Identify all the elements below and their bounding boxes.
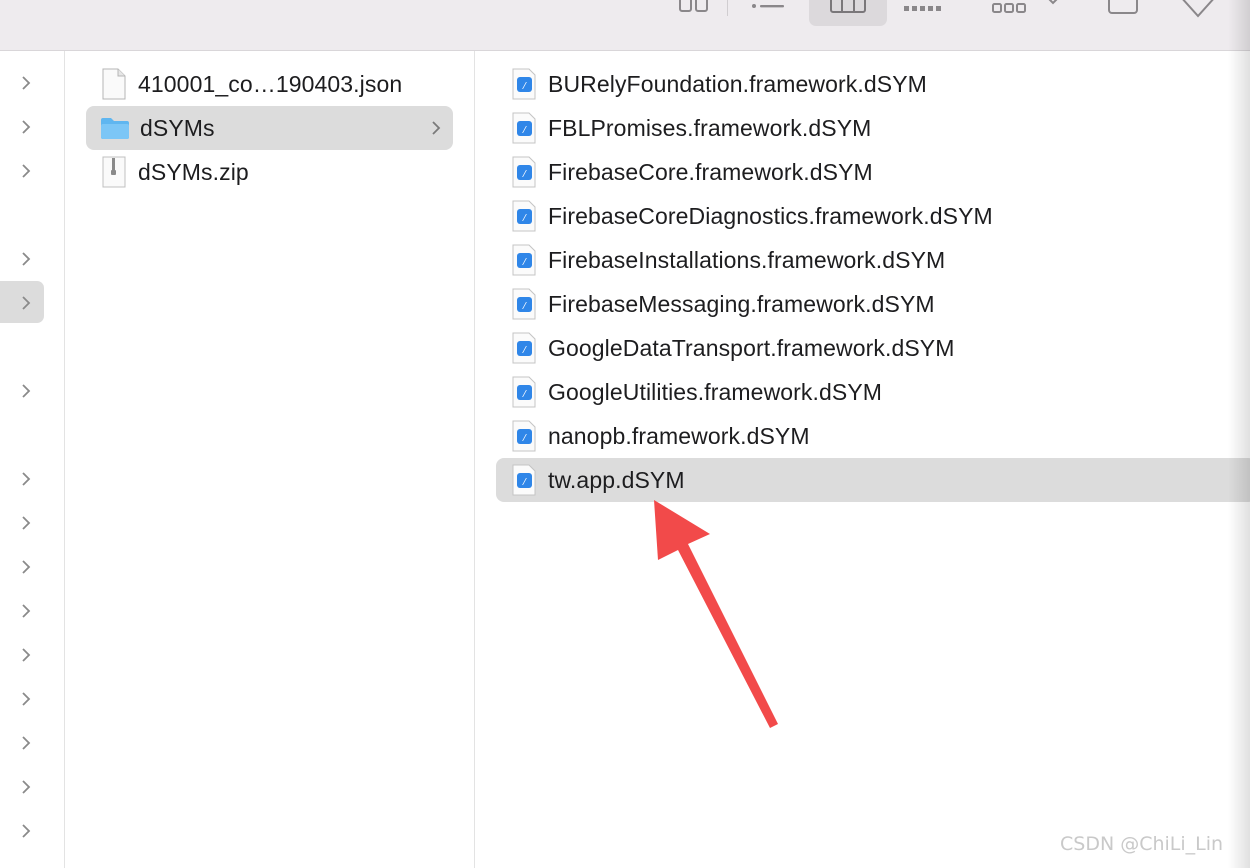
dsym-file-icon: / bbox=[510, 420, 538, 452]
chevron-right-icon bbox=[22, 296, 31, 310]
annotation-arrow-icon bbox=[654, 500, 778, 728]
watermark: CSDN @ChiLi_Lin bbox=[1060, 833, 1224, 855]
dsym-file-row[interactable]: / BURelyFoundation.framework.dSYM bbox=[510, 62, 1250, 106]
folder-row-dsyms[interactable]: dSYMs bbox=[86, 106, 453, 150]
chevron-right-icon bbox=[22, 120, 31, 134]
file-name: GoogleUtilities.framework.dSYM bbox=[548, 378, 883, 405]
dsym-file-icon: / bbox=[510, 288, 538, 320]
sidebar-folder-row[interactable] bbox=[0, 457, 44, 499]
folder-name: dSYMs bbox=[140, 114, 215, 141]
chevron-right-icon bbox=[22, 516, 31, 530]
chevron-right-icon bbox=[22, 604, 31, 618]
sidebar-folder-row[interactable] bbox=[0, 61, 44, 103]
sidebar-folder-row[interactable] bbox=[0, 105, 44, 147]
dsym-file-icon: / bbox=[510, 332, 538, 364]
sidebar-folder-row[interactable] bbox=[0, 281, 44, 323]
chevron-right-icon bbox=[22, 76, 31, 90]
dsym-file-row[interactable]: / GoogleUtilities.framework.dSYM bbox=[510, 370, 1250, 414]
file-name: GoogleDataTransport.framework.dSYM bbox=[548, 334, 955, 361]
dsym-file-icon: / bbox=[510, 464, 538, 496]
sidebar-folder-row[interactable] bbox=[0, 501, 44, 543]
dsym-file-icon: / bbox=[510, 200, 538, 232]
dsym-file-row[interactable]: / nanopb.framework.dSYM bbox=[510, 414, 1250, 458]
dsym-file-row[interactable]: / FirebaseMessaging.framework.dSYM bbox=[510, 282, 1250, 326]
folder-icon bbox=[100, 112, 130, 144]
column-2: 410001_co…190403.json dSYMs dSYMs.zip bbox=[65, 51, 475, 868]
column-view-icon bbox=[830, 0, 866, 13]
chevron-right-icon bbox=[22, 472, 31, 486]
list-view-icon[interactable] bbox=[750, 0, 786, 22]
dsym-file-icon: / bbox=[510, 112, 538, 144]
file-name: FBLPromises.framework.dSYM bbox=[548, 114, 872, 141]
sidebar-folder-row[interactable] bbox=[0, 149, 44, 191]
file-name: FirebaseInstallations.framework.dSYM bbox=[548, 246, 946, 273]
sidebar-folder-row[interactable] bbox=[0, 677, 44, 719]
dsym-file-row[interactable]: / FirebaseCore.framework.dSYM bbox=[510, 150, 1250, 194]
file-name: dSYMs.zip bbox=[138, 158, 249, 185]
share-icon[interactable] bbox=[1104, 0, 1140, 22]
sidebar-folder-row[interactable] bbox=[0, 633, 44, 675]
gallery-view-icon[interactable] bbox=[903, 0, 943, 22]
chevron-right-icon bbox=[22, 736, 31, 750]
dsym-file-row[interactable]: / FBLPromises.framework.dSYM bbox=[510, 106, 1250, 150]
dsym-file-icon: / bbox=[510, 156, 538, 188]
sidebar-folder-row[interactable] bbox=[0, 809, 44, 851]
chevron-right-icon bbox=[22, 384, 31, 398]
file-name: nanopb.framework.dSYM bbox=[548, 422, 810, 449]
chevron-right-icon bbox=[22, 560, 31, 574]
chevron-right-icon bbox=[22, 164, 31, 178]
dsym-file-icon: / bbox=[510, 68, 538, 100]
file-row-json[interactable]: 410001_co…190403.json bbox=[100, 62, 453, 106]
chevron-right-icon bbox=[22, 252, 31, 266]
dsym-file-row[interactable]: / GoogleDataTransport.framework.dSYM bbox=[510, 326, 1250, 370]
dsym-file-icon: / bbox=[510, 376, 538, 408]
dsym-file-row[interactable]: / FirebaseCoreDiagnostics.framework.dSYM bbox=[510, 194, 1250, 238]
file-name: FirebaseCore.framework.dSYM bbox=[548, 158, 873, 185]
json-file-icon bbox=[100, 68, 128, 100]
toolbar-separator bbox=[727, 0, 728, 16]
chevron-right-icon bbox=[22, 692, 31, 706]
file-name: FirebaseMessaging.framework.dSYM bbox=[548, 290, 935, 317]
finder-toolbar bbox=[0, 0, 1250, 51]
column-3: / BURelyFoundation.framework.dSYM / FBLProm… bbox=[475, 51, 1250, 868]
file-row-zip[interactable]: dSYMs.zip bbox=[100, 150, 453, 194]
chevron-right-icon bbox=[432, 121, 441, 135]
chevron-right-icon bbox=[22, 780, 31, 794]
sidebar-folder-row[interactable] bbox=[0, 369, 44, 411]
dsym-file-icon: / bbox=[510, 244, 538, 276]
chevron-right-icon bbox=[22, 648, 31, 662]
file-name: tw.app.dSYM bbox=[548, 466, 685, 493]
dsym-file-row[interactable]: / FirebaseInstallations.framework.dSYM bbox=[510, 238, 1250, 282]
tag-icon[interactable] bbox=[1178, 0, 1218, 22]
column-view-button[interactable] bbox=[809, 0, 887, 26]
sidebar-folder-row[interactable] bbox=[0, 545, 44, 587]
zip-file-icon bbox=[100, 156, 128, 188]
group-by-icon[interactable] bbox=[990, 0, 1060, 22]
file-name: 410001_co…190403.json bbox=[138, 70, 403, 97]
sidebar-folder-row[interactable] bbox=[0, 721, 44, 763]
sidebar-folder-row[interactable] bbox=[0, 237, 44, 279]
chevron-right-icon bbox=[22, 824, 31, 838]
file-name: FirebaseCoreDiagnostics.framework.dSYM bbox=[548, 202, 993, 229]
sidebar-folder-row[interactable] bbox=[0, 765, 44, 807]
dsym-file-row[interactable]: / tw.app.dSYM bbox=[496, 458, 1250, 502]
sidebar-folder-row[interactable] bbox=[0, 589, 44, 631]
icon-view-icon[interactable] bbox=[678, 0, 710, 22]
file-name: BURelyFoundation.framework.dSYM bbox=[548, 70, 927, 97]
